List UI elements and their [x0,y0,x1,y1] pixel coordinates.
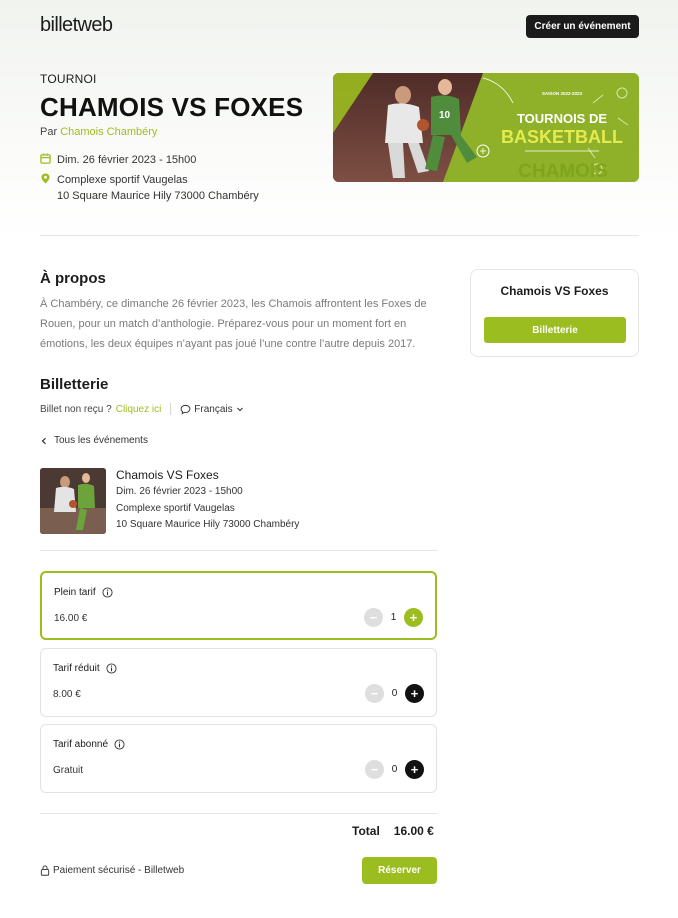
ticket-price: 8.00 € [53,689,81,700]
lock-icon [40,865,50,876]
summary-divider [40,550,437,551]
total-value: 16.00 € [393,824,434,838]
calendar-icon [40,153,51,164]
ticket-name: Tarif réduit [53,663,117,674]
click-here-link[interactable]: Cliquez ici [116,404,162,415]
info-icon[interactable] [114,739,125,750]
ticket-price: Gratuit [53,765,84,776]
logo-text: billetweb [40,14,113,36]
language-label: Français [194,403,233,415]
summary-event-name: Chamois VS Foxes [116,468,219,482]
quantity-stepper: − 0 + [365,684,424,703]
summary-event-date: Dim. 26 février 2023 - 15h00 [116,486,243,497]
ticket-card-plein-tarif[interactable]: Plein tarif 16.00 € − 1 + [40,571,437,640]
increase-button[interactable]: + [405,684,424,703]
banner-watermark: CHAMOIS [518,161,608,182]
billetterie-button[interactable]: Billetterie [484,317,626,343]
all-events-link[interactable]: Tous les événements [40,435,148,446]
quantity-stepper: − 0 + [365,760,424,779]
quantity-stepper: − 1 + [364,608,423,627]
banner-illustration: 10 SAISON 2022-2023 TOURNOIS DE BASKETBA… [333,73,639,182]
event-thumbnail [40,468,106,534]
ticket-name-label: Tarif réduit [53,663,100,674]
event-date: Dim. 26 février 2023 - 15h00 [57,154,197,166]
decrease-button[interactable]: − [365,684,384,703]
secure-payment-note: Paiement sécurisé - Billetweb [40,865,184,876]
ticket-card-tarif-abonne[interactable]: Tarif abonné Gratuit − 0 + [40,724,437,793]
all-events-label: Tous les événements [54,435,148,446]
total-label: Total [352,824,380,838]
ticket-price: 16.00 € [54,613,88,624]
event-title: CHAMOIS VS FOXES [40,92,304,122]
event-organizer: Par Chamois Chambéry [40,126,157,138]
chat-bubble-icon [180,404,191,415]
help-separator [170,403,172,415]
ticket-name: Tarif abonné [53,739,125,750]
event-address: 10 Square Maurice Hily 73000 Chambéry [57,190,259,202]
event-date-row: Dim. 26 février 2023 - 15h00 [40,152,196,168]
organizer-prefix: Par [40,126,58,138]
quantity-value: 0 [391,688,398,699]
increase-button[interactable]: + [405,760,424,779]
chevron-down-icon [236,407,243,412]
banner-season: SAISON 2022-2023 [542,91,583,96]
about-title: À propos [40,270,106,287]
banner-heading-1: TOURNOIS DE [517,111,607,126]
ticket-name: Plein tarif [54,587,113,598]
ticket-name-label: Tarif abonné [53,739,109,750]
event-venue: Complexe sportif Vaugelas [57,174,188,186]
organizer-link[interactable]: Chamois Chambéry [60,126,157,138]
decrease-button[interactable]: − [365,760,384,779]
summary-event-address: 10 Square Maurice Hily 73000 Chambéry [116,519,300,530]
ticket-help-row: Billet non reçu ? Cliquez ici Français [40,403,244,415]
jersey-number: 10 [439,110,451,121]
billetweb-logo[interactable]: billetweb [40,14,113,37]
ticket-not-received-text: Billet non reçu ? [40,403,112,415]
decrease-button[interactable]: − [364,608,383,627]
info-icon[interactable] [102,587,113,598]
summary-event-venue: Complexe sportif Vaugelas [116,503,235,514]
secure-payment-label: Paiement sécurisé - Billetweb [53,865,185,876]
header-divider [40,235,639,236]
ticket-card-tarif-reduit[interactable]: Tarif réduit 8.00 € − 0 + [40,648,437,717]
reserve-button[interactable]: Réserver [362,857,437,884]
event-banner-image: 10 SAISON 2022-2023 TOURNOIS DE BASKETBA… [333,73,639,182]
quantity-value: 0 [391,764,398,775]
ticket-name-label: Plein tarif [54,587,96,598]
increase-button[interactable]: + [404,608,423,627]
ticketing-title: Billetterie [40,376,109,393]
event-location-row: Complexe sportif Vaugelas 10 Square Maur… [40,172,259,204]
language-selector[interactable]: Français [180,404,243,415]
thumbnail-illustration [40,468,106,534]
info-icon[interactable] [106,663,117,674]
quantity-value: 1 [390,612,397,623]
about-text: À Chambéry, ce dimanche 26 février 2023,… [40,298,427,350]
map-pin-icon [41,173,50,184]
event-category: TOURNOI [40,72,97,86]
total-divider [40,813,437,814]
banner-heading-2: BASKETBALL [501,127,623,147]
create-event-button[interactable]: Créer un événement [526,15,639,38]
summary-card-title: Chamois VS Foxes [500,284,609,298]
ticket-summary-card: Chamois VS Foxes Billetterie [470,269,639,357]
order-total: Total 16.00 € [352,824,434,838]
chevron-left-icon [41,437,46,444]
